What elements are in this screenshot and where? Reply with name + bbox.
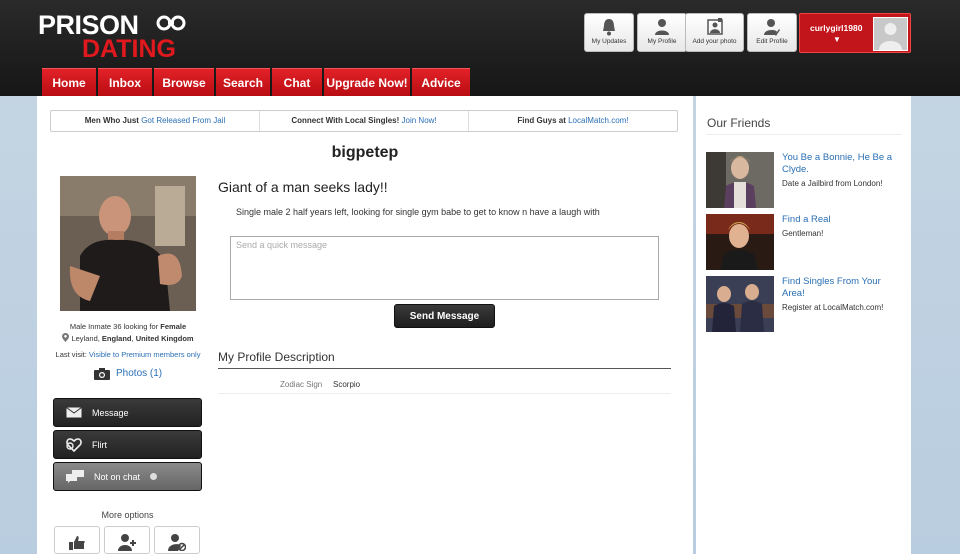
my-updates-button[interactable]: My Updates: [584, 13, 634, 52]
profile-description-heading: My Profile Description: [218, 350, 335, 364]
last-visit: Last visit: Visible to Premium members o…: [53, 350, 203, 359]
nav-advice[interactable]: Advice: [412, 68, 470, 96]
location-city: Leyland,: [71, 334, 102, 343]
send-message-button[interactable]: Send Message: [394, 304, 495, 328]
last-visit-premium-link[interactable]: Visible to Premium members only: [89, 350, 201, 359]
nav-inbox[interactable]: Inbox: [98, 68, 152, 96]
friend-ad-subtitle: Gentleman!: [782, 229, 824, 238]
friends-title: Our Friends: [707, 116, 771, 130]
message-label: Message: [92, 407, 129, 418]
promo-link-localmatch[interactable]: LocalMatch.com!: [568, 116, 628, 125]
promo-link-released[interactable]: Got Released From Jail: [141, 116, 225, 125]
envelope-icon: [66, 407, 82, 418]
bell-icon: [603, 19, 615, 36]
profile-summary: Male Inmate 36 looking for Female Leylan…: [53, 321, 203, 345]
friend-ad-image[interactable]: [706, 276, 774, 332]
friends-sidebar: Our Friends You Be a Bonnie, He Be a Cly…: [696, 96, 911, 554]
friend-ad-gentleman[interactable]: Find a Real Gentleman!: [706, 214, 902, 270]
user-avatar: [873, 17, 908, 51]
add-photo-label: Add your photo: [692, 38, 737, 45]
site-logo[interactable]: PRISON DATING: [38, 10, 188, 63]
friend-ad-title[interactable]: You Be a Bonnie, He Be a Clyde.: [782, 152, 902, 176]
edit-profile-button[interactable]: Edit Profile: [747, 13, 797, 52]
location-pin-icon: [62, 333, 70, 342]
promo-link-join[interactable]: Join Now!: [402, 116, 437, 125]
handcuffs-icon: [156, 15, 186, 31]
chevron-down-icon: ▼: [833, 35, 841, 44]
friend-ad-title[interactable]: Find a Real: [782, 214, 902, 226]
main-nav: Home Inbox Browse Search Chat Upgrade No…: [42, 68, 472, 96]
heart-icon: [66, 437, 82, 452]
friend-ad-subtitle: Date a Jailbird from London!: [782, 179, 883, 188]
quick-message-input[interactable]: [230, 236, 659, 300]
nav-browse[interactable]: Browse: [154, 68, 214, 96]
location-country: United Kingdom: [135, 334, 194, 343]
add-friend-button[interactable]: [104, 526, 150, 554]
user-menu[interactable]: curlygirl1980 ▼: [799, 13, 911, 53]
block-user-button[interactable]: [154, 526, 200, 554]
profile-panel: Men Who Just Got Released From Jail Conn…: [37, 96, 693, 554]
like-button[interactable]: [54, 526, 100, 554]
promo-text: Connect With Local Singles!: [291, 116, 402, 125]
friend-ad-bonnie[interactable]: You Be a Bonnie, He Be a Clyde. Date a J…: [706, 152, 902, 208]
thumbs-up-icon: [69, 536, 85, 550]
my-updates-label: My Updates: [591, 38, 627, 45]
offline-status-dot: [150, 473, 158, 480]
photos-link[interactable]: Photos (1): [94, 367, 162, 380]
nav-search[interactable]: Search: [216, 68, 270, 96]
bio-text: Male Inmate 36 looking for: [69, 322, 161, 331]
block-user-icon: [168, 534, 186, 551]
nav-home[interactable]: Home: [42, 68, 96, 96]
flirt-label: Flirt: [92, 439, 107, 450]
last-visit-label: Last visit:: [55, 350, 89, 359]
add-photo-button[interactable]: Add your photo: [685, 13, 744, 52]
message-button[interactable]: Message: [53, 398, 202, 427]
chat-status-button[interactable]: Not on chat: [53, 462, 202, 491]
username-label: curlygirl1980: [810, 23, 863, 33]
profile-username: bigpetep: [331, 144, 399, 161]
promo-item-localmatch: Find Guys at LocalMatch.com!: [469, 111, 677, 131]
logo-line-2: DATING: [82, 35, 176, 63]
chat-bubbles-icon: [66, 470, 84, 483]
profile-description: Single male 2 half years left, looking f…: [236, 207, 600, 217]
row-divider: [218, 393, 671, 394]
promo-bar: Men Who Just Got Released From Jail Conn…: [50, 110, 678, 132]
zodiac-label: Zodiac Sign: [280, 380, 323, 389]
add-photo-icon: [706, 18, 723, 35]
edit-profile-label: Edit Profile: [756, 38, 788, 45]
zodiac-value: Scorpio: [333, 380, 361, 389]
nav-chat[interactable]: Chat: [272, 68, 322, 96]
promo-text: Find Guys at: [517, 116, 569, 125]
promo-item-local: Connect With Local Singles! Join Now!: [260, 111, 469, 131]
promo-item-released: Men Who Just Got Released From Jail: [51, 111, 260, 131]
friend-ad-localmatch[interactable]: Find Singles From Your Area! Register at…: [706, 276, 902, 332]
profile-headline: Giant of a man seeks lady!!: [218, 179, 388, 195]
friends-divider: [706, 134, 902, 135]
friend-ad-subtitle: Register at LocalMatch.com!: [782, 303, 884, 312]
my-profile-button[interactable]: My Profile: [637, 13, 687, 52]
add-user-icon: [118, 534, 136, 551]
friend-ad-title[interactable]: Find Singles From Your Area!: [782, 276, 902, 300]
camera-icon: [94, 368, 110, 380]
promo-text: Men Who Just: [84, 116, 142, 125]
photos-label: Photos (1): [116, 368, 163, 379]
site-header: PRISON DATING Home Inbox Browse Search C…: [0, 0, 960, 96]
my-profile-label: My Profile: [647, 38, 677, 45]
profile-photo[interactable]: [60, 176, 196, 311]
chat-status-label: Not on chat: [94, 471, 141, 482]
nav-upgrade[interactable]: Upgrade Now!: [324, 68, 410, 96]
bio-seeking: Female: [160, 322, 187, 331]
more-options-label: More options: [101, 510, 154, 520]
friend-ad-image[interactable]: [706, 152, 774, 208]
location-region: England: [101, 334, 132, 343]
flirt-button[interactable]: Flirt: [53, 430, 202, 459]
edit-user-icon: [764, 19, 780, 36]
friend-ad-image[interactable]: [706, 214, 774, 270]
section-divider: [218, 368, 671, 369]
user-icon: [655, 19, 669, 35]
